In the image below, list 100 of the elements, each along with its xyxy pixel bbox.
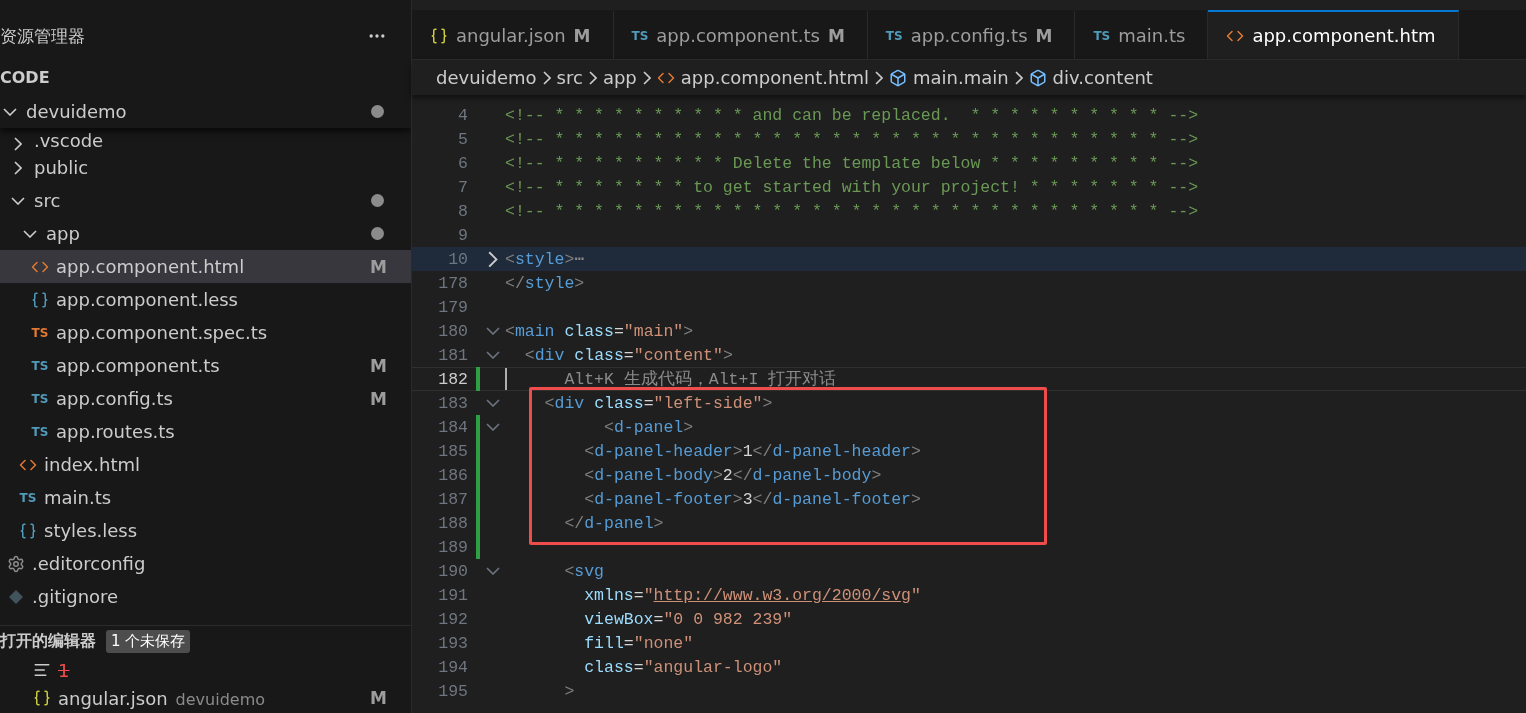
line-number: 7 [457,177,468,197]
breadcrumb-item[interactable]: app.component.html [680,67,869,88]
modified-label: M [370,355,387,376]
file-name: .vscode [34,130,105,151]
line-number: 188 [437,513,468,533]
file-name: app.component.spec.ts [56,322,269,343]
line-number: 5 [457,129,468,149]
file-name: 1 [58,659,71,681]
code-line: <!-- * * * * * * * to get started with your project! * * * * * * * --> [505,177,1199,197]
line-number: 190 [437,561,468,581]
line-number: 189 [437,537,468,557]
file-name: app.component.less [56,289,239,310]
line-number: 186 [437,465,468,485]
braces-icon [430,26,448,45]
section-title[interactable]: CODE [0,68,50,87]
code-line: Alt+K 生成代码，Alt+I 打开对话 [505,368,837,390]
line-number: 195 [437,681,468,701]
ts-icon: TS [31,424,49,439]
code-line: <main class="main"> [505,321,694,341]
code-line: </d-panel> [563,513,664,533]
code-line: > [563,681,575,701]
code-line: <div class="left-side"> [543,393,773,413]
ts-icon: TS [631,28,649,43]
unsaved-badge: 1 个未保存 [106,629,191,653]
line-number: 184 [437,417,468,437]
code-line: xmlns="http://www.w3.org/2000/svg" [583,585,921,605]
code-line: <style>⋯ [505,249,585,269]
line-number: 185 [437,441,468,461]
code-line: <d-panel-header>1</d-panel-header> [583,441,921,461]
chevron-right-icon [542,70,551,85]
modified-label: M [370,256,387,277]
chevron-right-icon [874,70,883,85]
line-number: 180 [437,321,468,341]
ts-icon: TS [31,325,49,340]
code-line: <svg [563,561,605,581]
modified-label: M [370,388,387,409]
ts-icon: TS [31,358,49,373]
code-line: <!-- * * * * * * * * * Delete the template below * * * * * * * * * --> [505,153,1199,173]
editor-tab[interactable]: app.component.htm [1208,10,1459,59]
line-number: 183 [437,393,468,413]
tree-item[interactable]: devuidemo [0,95,411,128]
line-number: 191 [437,585,468,605]
line-number: 181 [437,345,468,365]
code-line: <div class="content"> [523,345,733,365]
ts-icon: TS [19,490,37,505]
line-number: 178 [437,273,468,293]
explorer-title: 资源管理器 [0,24,85,48]
file-name: app.config.ts [56,388,174,409]
ts-icon: TS [1093,28,1111,43]
line-number: 182 [437,369,468,389]
lines-icon [33,661,51,679]
file-name: app.routes.ts [56,421,176,442]
file-name: .editorconfig [32,553,147,574]
code-line: class="angular-logo" [583,657,783,677]
file-name: angular.json devuidemo [58,687,266,709]
breadcrumb-item[interactable]: src [556,67,583,88]
braces-icon [31,290,49,309]
file-name: devuidemo [26,101,128,122]
diamond-icon [8,588,24,605]
code-line: <!-- * * * * * * * * * * * * * * * * * * * * * * * * * * * * * * * --> [505,129,1199,149]
file-name: src [34,190,62,211]
breadcrumb-item[interactable]: devuidemo [436,67,537,88]
braces-icon [33,689,51,707]
line-number: 6 [457,153,468,173]
code-line: <!-- * * * * * * * * * * * * * * * * * * * * * * * * * * * * * * * --> [505,201,1199,221]
file-name: index.html [44,454,141,475]
code-line: viewBox="0 0 982 239" [583,609,793,629]
code-line: <d-panel-footer>3</d-panel-footer> [583,489,921,509]
code-line: fill="none" [583,633,694,653]
braces-icon [19,521,37,540]
breadcrumb-item[interactable]: app [602,67,637,88]
ts-icon: TS [31,391,49,406]
code-line: <!-- * * * * * * * * * * and can be replaced. * * * * * * * * * * --> [505,105,1199,125]
file-name: main.ts [44,487,113,508]
cube-icon [1028,68,1047,87]
line-number: 194 [437,657,468,677]
file-name: app.component.html [56,256,246,277]
line-number: 187 [437,489,468,509]
breadcrumb-item[interactable]: div.content [1052,67,1153,88]
modified-label: M [370,688,387,708]
chevron-right-icon [588,70,597,85]
line-number: 10 [447,249,468,269]
code-line: </style> [505,273,585,293]
ts-icon: TS [885,28,903,43]
line-number: 4 [457,105,468,125]
breadcrumb-item[interactable]: main.main [912,67,1009,88]
code-line: <d-panel-body>2</d-panel-body> [583,465,882,485]
line-number: 9 [457,225,468,245]
cube-icon [888,68,907,87]
line-number: 192 [437,609,468,629]
section-title[interactable]: 打开的编辑器 [0,630,96,652]
chevron-right-icon [1014,70,1023,85]
line-number: 193 [437,633,468,653]
chevron-right-icon [642,70,651,85]
tree-item[interactable]: app.component.html M [0,250,411,283]
file-name: .gitignore [32,586,120,607]
file-name: app [46,223,81,244]
line-number: 179 [437,297,468,317]
file-name: public [34,157,90,178]
code-line: <d-panel> [603,417,694,437]
